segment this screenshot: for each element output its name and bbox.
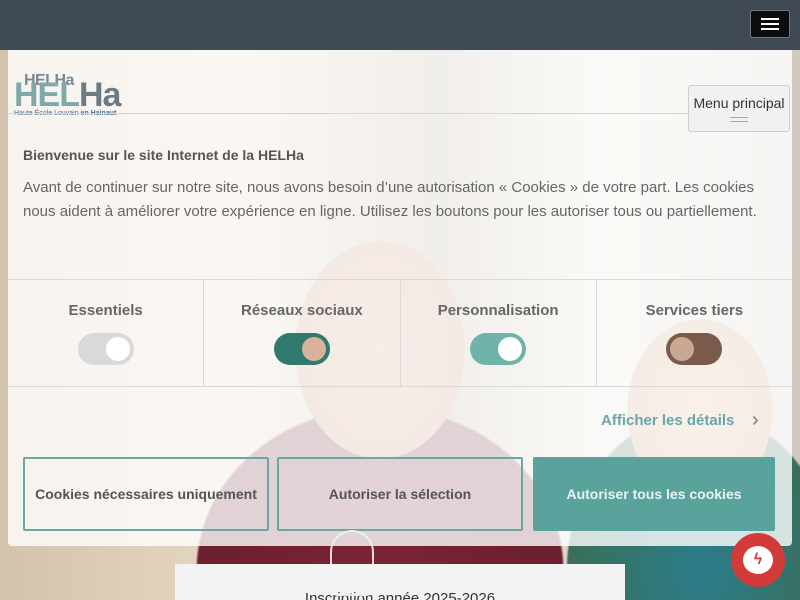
category-essentiels: Essentiels xyxy=(8,280,205,386)
hamburger-icon-line xyxy=(761,28,779,30)
hamburger-icon-line xyxy=(761,18,779,20)
allow-all-cookies-button[interactable]: Autoriser tous les cookies xyxy=(533,457,775,531)
toggle-reseaux-sociaux[interactable] xyxy=(273,333,330,365)
menu-lines-icon xyxy=(730,117,748,122)
main-menu-label: Menu principal xyxy=(693,95,785,111)
header-divider xyxy=(8,113,688,114)
emblem-icon xyxy=(330,530,374,596)
logo-big-part-b: Ha xyxy=(79,76,121,114)
toggle-knob xyxy=(670,337,695,361)
top-navbar xyxy=(0,0,800,50)
necessary-cookies-button[interactable]: Cookies nécessaires uniquement xyxy=(23,457,269,531)
consent-text: Avant de continuer sur notre site, nous … xyxy=(23,179,757,220)
category-services-tiers: Services tiers xyxy=(597,280,792,386)
allow-selection-button[interactable]: Autoriser la sélection xyxy=(277,457,523,531)
category-reseaux-sociaux: Réseaux sociaux xyxy=(204,280,401,386)
toggle-personnalisation[interactable] xyxy=(470,333,527,365)
category-label: Essentiels xyxy=(68,302,143,319)
toggle-knob xyxy=(498,337,523,361)
chevron-right-icon[interactable]: › xyxy=(752,409,759,432)
toggle-knob xyxy=(105,337,130,361)
messenger-chat-button[interactable]: ϟ xyxy=(731,533,785,587)
category-personnalisation: Personnalisation xyxy=(401,280,597,386)
messenger-icon: ϟ xyxy=(743,546,773,574)
inscription-banner[interactable]: Inscription année 2025-2026 xyxy=(175,564,625,600)
toggle-essentiels[interactable] xyxy=(77,333,134,365)
show-details-link[interactable]: Afficher les détails xyxy=(601,412,734,429)
category-label: Services tiers xyxy=(645,302,744,319)
cookie-categories: Essentiels Réseaux sociaux Personnalisat… xyxy=(8,279,792,387)
toggle-knob xyxy=(301,337,326,361)
main-menu-button[interactable]: Menu principal xyxy=(688,85,790,132)
category-label: Personnalisation xyxy=(437,302,559,319)
consent-title: Bienvenue sur le site Internet de la HEL… xyxy=(23,147,304,163)
hamburger-menu-button[interactable] xyxy=(750,10,790,38)
logo-big-part-a: HEL xyxy=(14,76,80,114)
category-label: Réseaux sociaux xyxy=(241,302,363,319)
hamburger-icon-line xyxy=(761,23,779,25)
toggle-services-tiers[interactable] xyxy=(666,333,723,365)
helha-logo[interactable]: HELHa HELHa Haute École Louvain en Haina… xyxy=(14,72,134,122)
